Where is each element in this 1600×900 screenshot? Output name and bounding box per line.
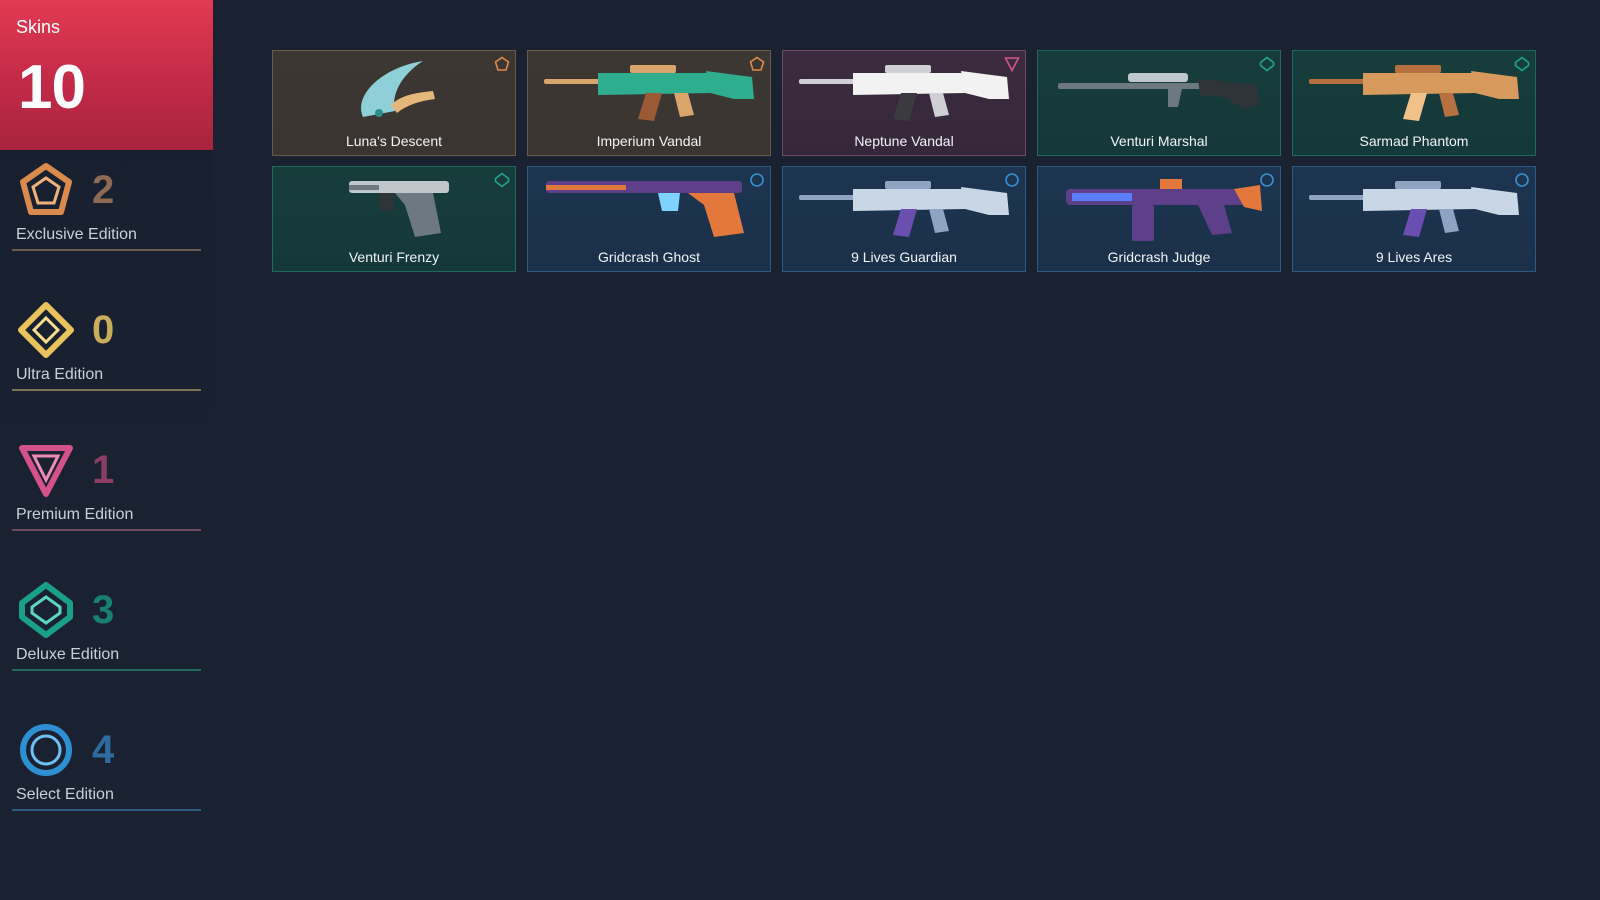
tier-deluxe[interactable]: 3 Deluxe Edition: [0, 582, 213, 692]
tier-label-exclusive: Exclusive Edition: [16, 226, 137, 243]
tier-divider-ultra: [12, 389, 201, 391]
ultra-diamond-icon: [18, 302, 74, 358]
tier-count-select: 4: [92, 728, 115, 772]
skin-card[interactable]: Gridcrash Ghost: [527, 166, 771, 272]
skin-name: Venturi Frenzy: [348, 249, 440, 265]
exclusive-pentagon-icon: [20, 163, 72, 215]
skin-name: Neptune Vandal: [854, 133, 954, 149]
tier-exclusive[interactable]: 2 Exclusive Edition: [0, 162, 213, 272]
skin-name: Venturi Marshal: [1110, 133, 1208, 149]
weapon-skin-image: [349, 181, 449, 237]
tier-label-select: Select Edition: [16, 786, 114, 803]
skin-card[interactable]: Neptune Vandal: [782, 50, 1026, 156]
skin-card[interactable]: 9 Lives Guardian: [782, 166, 1026, 272]
tier-divider-exclusive: [12, 249, 201, 251]
total-skins-label: Skins: [16, 17, 61, 37]
weapon-skin-image: [1309, 181, 1519, 237]
weapon-skin-image: [1058, 73, 1260, 109]
premium-triangle-icon: [19, 445, 73, 497]
weapon-skin-image: [799, 181, 1009, 237]
skin-name: 9 Lives Ares: [1375, 249, 1453, 265]
skin-name: Imperium Vandal: [596, 133, 702, 149]
select-tier-badge-icon: [1005, 173, 1019, 187]
weapon-skin-image: [361, 61, 435, 117]
skin-card[interactable]: Venturi Marshal: [1037, 50, 1281, 156]
tier-count-deluxe: 3: [92, 588, 115, 632]
skin-card[interactable]: 9 Lives Ares: [1292, 166, 1536, 272]
select-tier-badge-icon: [1515, 173, 1529, 187]
deluxe-tier-badge-icon: [494, 172, 510, 188]
tier-premium[interactable]: 1 Premium Edition: [0, 442, 213, 552]
skin-card[interactable]: Sarmad Phantom: [1292, 50, 1536, 156]
total-skins-card: Skins 10: [0, 0, 213, 150]
skin-card[interactable]: Imperium Vandal: [527, 50, 771, 156]
tier-divider-select: [12, 809, 201, 811]
tier-label-premium: Premium Edition: [16, 506, 134, 523]
skin-card[interactable]: Venturi Frenzy: [272, 166, 516, 272]
weapon-skin-image: [544, 65, 754, 121]
sidebar: Skins 10 2 Exclusive Edition 0 Ultra Edi…: [0, 0, 213, 900]
tier-count-exclusive: 2: [92, 168, 115, 212]
skin-card[interactable]: Luna's Descent: [272, 50, 516, 156]
tier-count-ultra: 0: [92, 308, 115, 352]
tier-select[interactable]: 4 Select Edition: [0, 722, 213, 832]
tier-count-premium: 1: [92, 448, 115, 492]
select-tier-badge-icon: [750, 173, 764, 187]
skin-name: 9 Lives Guardian: [851, 249, 957, 265]
deluxe-tier-badge-icon: [1514, 56, 1530, 72]
skin-name: Gridcrash Ghost: [598, 249, 700, 265]
total-skins-count: 10: [18, 53, 86, 122]
tier-label-deluxe: Deluxe Edition: [16, 646, 120, 663]
tier-label-ultra: Ultra Edition: [16, 366, 104, 383]
select-tier-badge-icon: [1260, 173, 1274, 187]
weapon-skin-image: [546, 181, 744, 237]
premium-tier-badge-icon: [1004, 57, 1020, 72]
skin-card[interactable]: Gridcrash Judge: [1037, 166, 1281, 272]
exclusive-tier-badge-icon: [494, 56, 510, 71]
weapon-skin-image: [799, 65, 1009, 121]
weapon-skin-image: [1066, 179, 1262, 241]
weapon-skin-image: [1309, 65, 1519, 121]
tier-ultra[interactable]: 0 Ultra Edition: [0, 302, 213, 412]
deluxe-tier-badge-icon: [1259, 56, 1275, 72]
tier-divider-premium: [12, 529, 201, 531]
skin-name: Sarmad Phantom: [1359, 133, 1469, 149]
skin-name: Gridcrash Judge: [1107, 249, 1211, 265]
exclusive-tier-badge-icon: [749, 56, 765, 71]
deluxe-hexagon-icon: [19, 582, 73, 638]
select-circle-icon: [20, 724, 72, 776]
tier-divider-deluxe: [12, 669, 201, 671]
skin-name: Luna's Descent: [345, 133, 443, 149]
